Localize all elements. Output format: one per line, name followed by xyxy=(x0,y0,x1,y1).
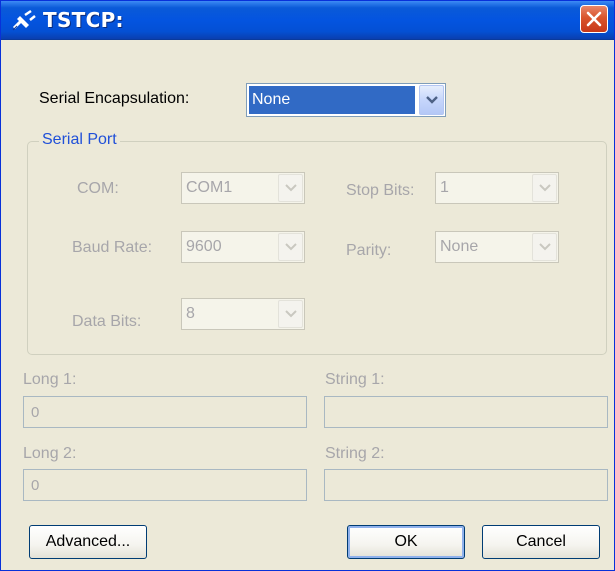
tstcp-dialog: TSTCP: Serial Encapsulation: None Serial… xyxy=(0,0,615,571)
string1-field[interactable] xyxy=(324,396,608,428)
dropdown-button[interactable] xyxy=(278,300,303,328)
dropdown-button[interactable] xyxy=(532,233,557,261)
parity-label: Parity: xyxy=(346,242,392,259)
chevron-down-icon xyxy=(284,184,297,192)
stop-bits-label: Stop Bits: xyxy=(346,182,415,199)
cancel-button[interactable]: Cancel xyxy=(482,525,600,559)
com-value: COM1 xyxy=(186,179,233,196)
baud-rate-value: 9600 xyxy=(186,238,222,255)
dropdown-button[interactable] xyxy=(419,85,444,115)
serial-port-legend: Serial Port xyxy=(39,129,120,151)
long1-value: 0 xyxy=(31,403,40,421)
ok-button[interactable]: OK xyxy=(347,525,465,559)
parity-select[interactable]: None xyxy=(435,231,559,263)
long1-field[interactable]: 0 xyxy=(23,396,307,428)
chevron-down-icon xyxy=(284,243,297,251)
dropdown-button[interactable] xyxy=(278,174,303,202)
baud-rate-label: Baud Rate: xyxy=(72,239,153,256)
com-select[interactable]: COM1 xyxy=(181,172,305,204)
long2-value: 0 xyxy=(31,476,40,494)
long2-field[interactable]: 0 xyxy=(23,469,307,501)
data-bits-value: 8 xyxy=(186,305,195,322)
serial-encapsulation-select[interactable]: None xyxy=(246,83,446,117)
chevron-down-icon xyxy=(538,243,551,251)
dropdown-button[interactable] xyxy=(532,174,557,202)
long2-label: Long 2: xyxy=(23,445,77,462)
window-title: TSTCP: xyxy=(43,8,124,32)
data-bits-select[interactable]: 8 xyxy=(181,298,305,330)
long1-label: Long 1: xyxy=(23,371,77,388)
serial-encapsulation-label: Serial Encapsulation: xyxy=(39,90,190,107)
plug-icon xyxy=(11,8,37,34)
chevron-down-icon xyxy=(284,310,297,318)
title-bar[interactable]: TSTCP: xyxy=(1,1,614,40)
stop-bits-value: 1 xyxy=(440,179,449,196)
chevron-down-icon xyxy=(538,184,551,192)
com-label: COM: xyxy=(77,180,119,197)
string1-label: String 1: xyxy=(325,371,385,388)
advanced-button[interactable]: Advanced... xyxy=(29,525,147,559)
string2-field[interactable] xyxy=(324,469,608,501)
serial-encapsulation-value: None xyxy=(249,86,415,114)
stop-bits-select[interactable]: 1 xyxy=(435,172,559,204)
close-icon xyxy=(586,11,602,27)
close-button[interactable] xyxy=(580,5,608,33)
chevron-down-icon xyxy=(425,96,438,104)
data-bits-label: Data Bits: xyxy=(72,313,142,330)
baud-rate-select[interactable]: 9600 xyxy=(181,231,305,263)
parity-value: None xyxy=(440,238,479,255)
dropdown-button[interactable] xyxy=(278,233,303,261)
string2-label: String 2: xyxy=(325,445,385,462)
